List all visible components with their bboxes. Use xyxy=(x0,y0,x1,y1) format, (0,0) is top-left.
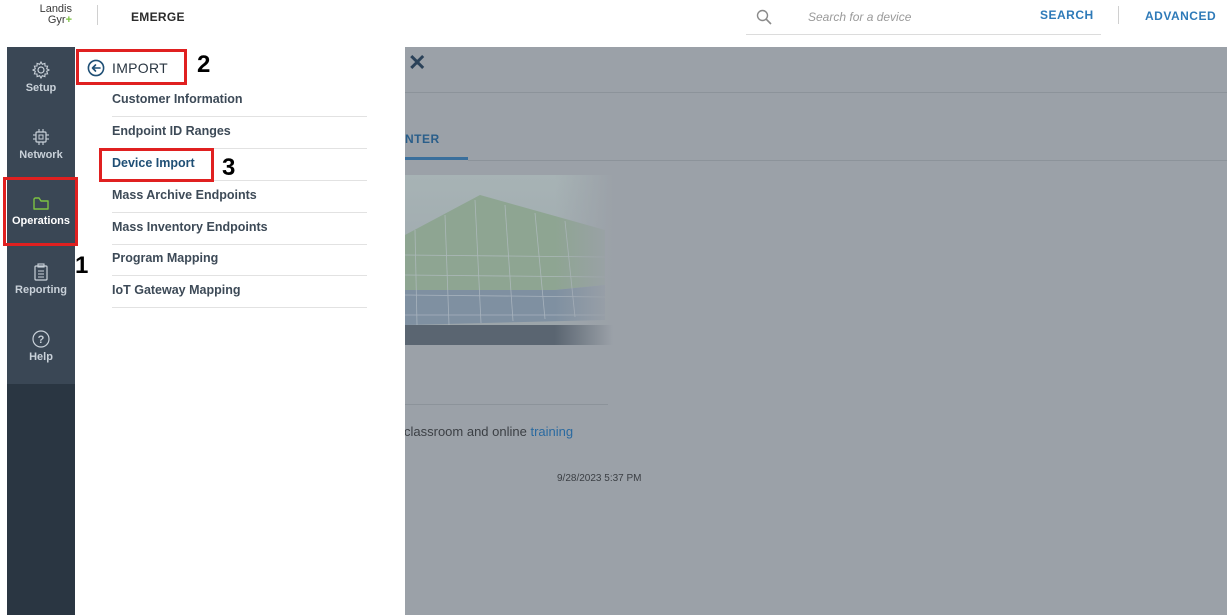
rail-item-setup[interactable]: Setup xyxy=(7,60,75,94)
advanced-search-button[interactable]: ADVANCED xyxy=(1145,9,1216,23)
tab-partial-label[interactable]: NTER xyxy=(405,132,440,146)
header-divider-2 xyxy=(1118,6,1119,24)
search-input[interactable] xyxy=(808,8,1028,26)
rail-item-label: Network xyxy=(19,149,63,161)
rail-item-help[interactable]: ? Help xyxy=(7,329,75,363)
training-prefix: classroom and online xyxy=(404,424,531,439)
logo-line2-text: Gyr xyxy=(47,14,66,26)
logo-plus: + xyxy=(65,14,72,26)
solar-panel-image xyxy=(405,175,613,345)
annotation-number-3: 3 xyxy=(222,154,236,181)
menu-item-program-mapping[interactable]: Program Mapping xyxy=(112,244,367,276)
app-name: EMERGE xyxy=(131,10,185,24)
menu-item-label: Endpoint ID Ranges xyxy=(112,124,231,138)
svg-text:?: ? xyxy=(38,334,45,346)
gear-icon xyxy=(31,60,51,80)
menu-item-label: Mass Inventory Endpoints xyxy=(112,220,268,234)
menu-item-endpoint-id-ranges[interactable]: Endpoint ID Ranges xyxy=(112,117,367,149)
rail-item-label: Help xyxy=(29,351,53,363)
rail-item-label: Setup xyxy=(25,82,57,94)
annotation-box-device-import xyxy=(99,148,214,182)
divider xyxy=(405,92,1227,93)
search-icon xyxy=(756,9,772,25)
divider xyxy=(468,160,1227,161)
search-button[interactable]: SEARCH xyxy=(1040,8,1094,22)
menu-item-iot-gateway-mapping[interactable]: IoT Gateway Mapping xyxy=(112,276,367,308)
menu-item-label: IoT Gateway Mapping xyxy=(112,283,241,297)
menu-item-mass-archive-endpoints[interactable]: Mass Archive Endpoints xyxy=(112,181,367,213)
clipboard-icon xyxy=(34,263,48,281)
top-bar: Landis Gyr+ EMERGE SEARCH ADVANCED xyxy=(0,0,1227,47)
logo-line2: Gyr+ xyxy=(30,15,72,26)
annotation-box-operations xyxy=(3,177,78,246)
rail-item-reporting[interactable]: Reporting xyxy=(7,262,75,296)
header-divider xyxy=(97,5,98,25)
annotation-number-1: 1 xyxy=(75,252,89,279)
menu-item-mass-inventory-endpoints[interactable]: Mass Inventory Endpoints xyxy=(112,213,367,245)
menu-item-label: Customer Information xyxy=(112,92,243,106)
menu-item-label: Mass Archive Endpoints xyxy=(112,188,257,202)
divider xyxy=(405,404,608,405)
left-edge xyxy=(0,47,7,615)
annotation-number-2: 2 xyxy=(197,51,211,78)
annotation-box-import xyxy=(76,49,187,85)
training-text: classroom and online training xyxy=(404,424,573,439)
menu-item-label: Program Mapping xyxy=(112,251,219,265)
timestamp: 9/28/2023 5:37 PM xyxy=(557,473,642,484)
landis-gyr-logo[interactable]: Landis Gyr+ xyxy=(30,4,72,26)
left-nav-rail: Setup Network Operations Reporting ? Hel… xyxy=(7,47,75,615)
training-link[interactable]: training xyxy=(530,424,573,439)
tab-underline xyxy=(405,157,468,160)
chip-icon xyxy=(33,129,49,145)
rail-item-label: Reporting xyxy=(15,284,67,296)
question-icon: ? xyxy=(32,330,50,348)
close-icon[interactable]: ✕ xyxy=(408,50,426,76)
rail-item-network[interactable]: Network xyxy=(7,127,75,161)
menu-item-customer-information[interactable]: Customer Information xyxy=(112,85,367,117)
